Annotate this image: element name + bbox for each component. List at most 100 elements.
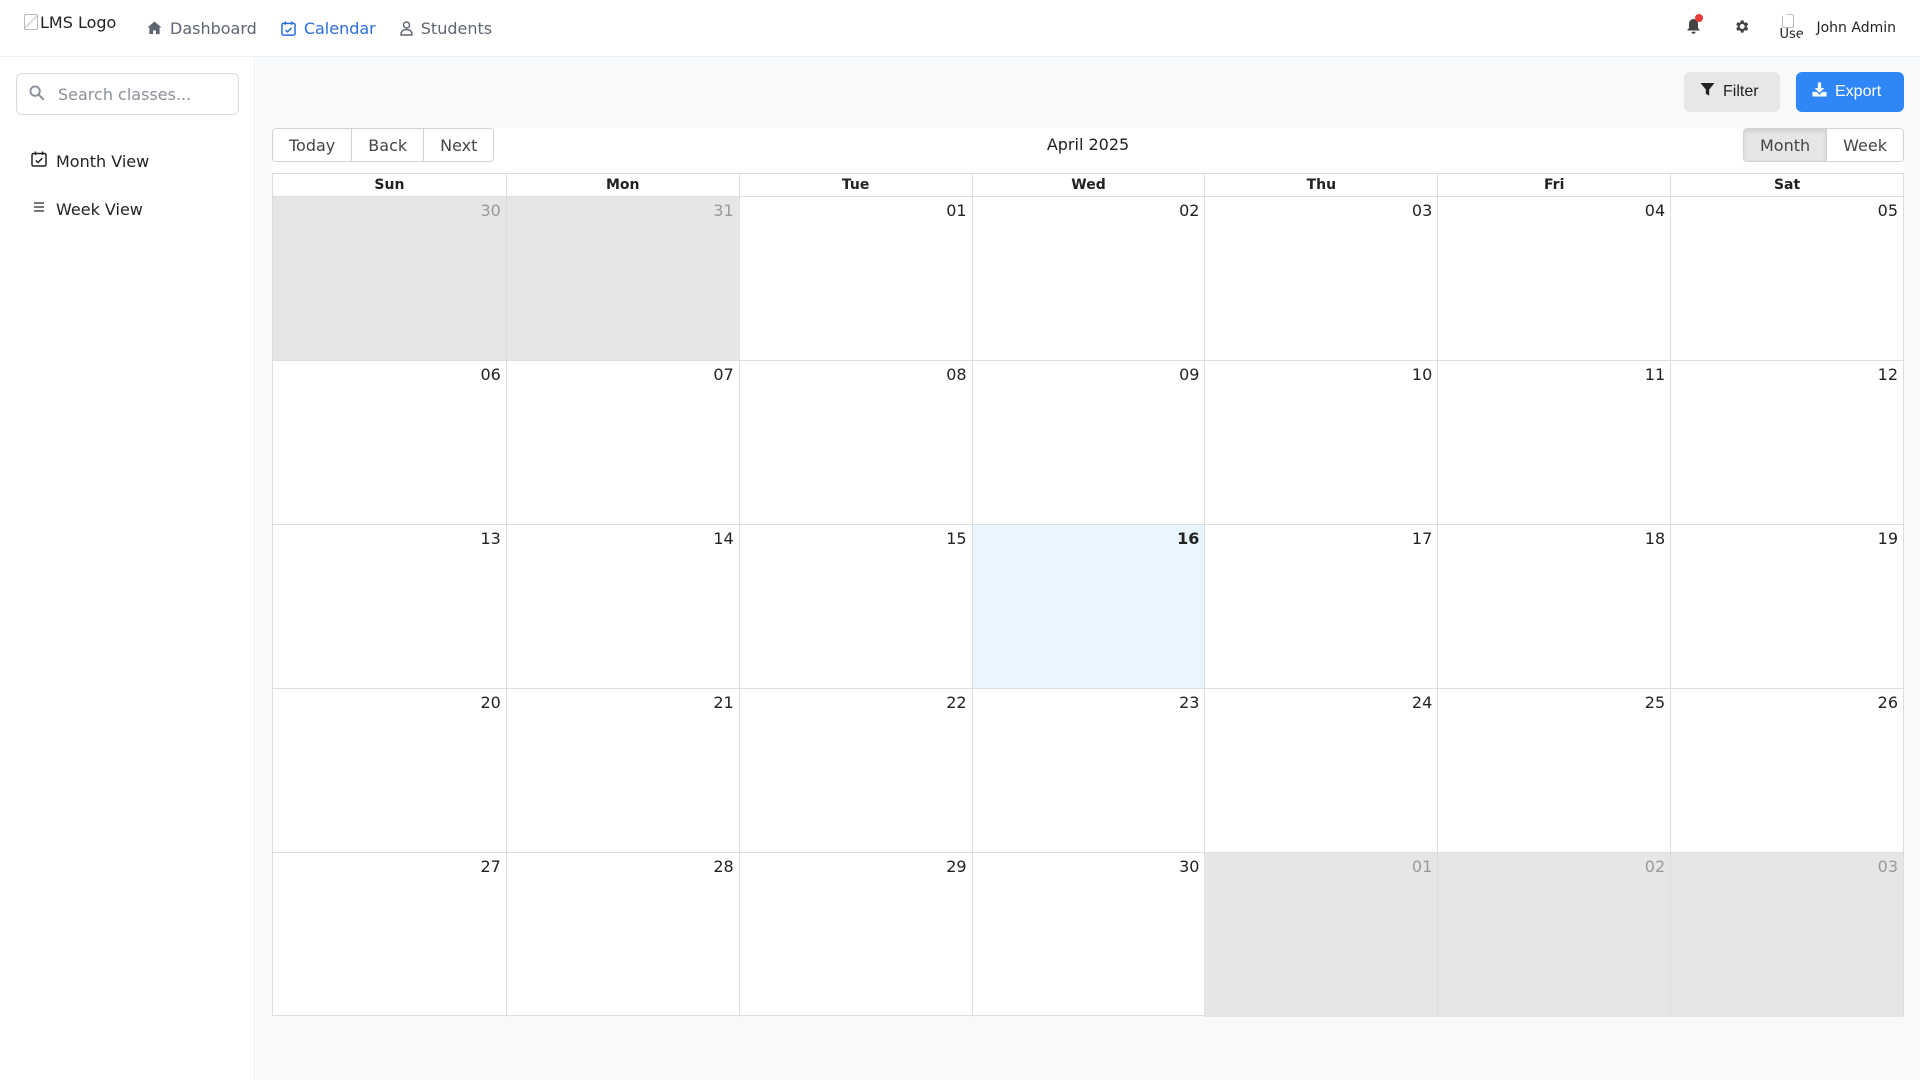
nav-students[interactable]: Students	[400, 19, 492, 38]
day-cell[interactable]: 01	[738, 197, 972, 360]
calendar-toolbar: April 2025 Today Back Next Month Week	[272, 128, 1904, 173]
day-cell[interactable]: 24	[1204, 689, 1437, 852]
nav-calendar-label: Calendar	[303, 18, 376, 38]
sidebar: Month View Week View	[0, 57, 255, 1080]
notifications-button[interactable]	[1681, 14, 1705, 40]
nav-dashboard[interactable]: Dashboard	[147, 19, 257, 38]
day-cell[interactable]: 17	[1204, 525, 1437, 688]
calendar-check-icon	[31, 151, 47, 171]
weekday-header-cell: Sun	[374, 177, 405, 193]
day-cell[interactable]: 13	[273, 525, 506, 688]
day-cell[interactable]: 14	[505, 525, 739, 688]
day-cell[interactable]: 22	[738, 689, 972, 852]
day-cell[interactable]: 15	[738, 525, 972, 688]
user-area: Use John Admin	[1681, 0, 1896, 56]
week-row: 20 21 22 23 24 25 26	[273, 689, 1903, 853]
day-cell[interactable]: 08	[738, 361, 972, 524]
calendar: April 2025 Today Back Next Month Week Su…	[272, 128, 1904, 1017]
main-content: Filter Export April 2025 Today Back Next…	[256, 57, 1920, 1080]
logo[interactable]: LMS Logo	[24, 13, 116, 32]
today-button[interactable]: Today	[273, 129, 352, 161]
day-cell[interactable]: 12	[1670, 361, 1903, 524]
day-cell[interactable]: 05	[1670, 197, 1903, 360]
back-button[interactable]: Back	[351, 129, 424, 161]
filter-icon	[1700, 82, 1715, 102]
day-cell[interactable]: 28	[505, 853, 739, 1017]
export-button[interactable]: Export	[1796, 72, 1904, 112]
export-label: Export	[1835, 83, 1882, 100]
download-icon	[1812, 82, 1827, 102]
gear-icon	[1733, 18, 1750, 39]
calendar-icon	[281, 20, 296, 36]
avatar-alt-text: Use	[1779, 27, 1804, 42]
week-row: 27 28 29 30 01 02 03	[273, 853, 1903, 1017]
user-icon	[400, 20, 413, 36]
search-icon	[29, 84, 45, 104]
sidebar-item-label: Week View	[56, 199, 143, 219]
home-icon	[147, 21, 162, 35]
day-cell[interactable]: 29	[738, 853, 972, 1017]
sidebar-item-month-view[interactable]: Month View	[16, 137, 239, 185]
day-cell[interactable]: 19	[1670, 525, 1903, 688]
day-cell-today[interactable]: 16	[971, 525, 1205, 688]
day-cell[interactable]: 27	[273, 853, 506, 1017]
day-cell-off-range[interactable]: 01	[1204, 853, 1438, 1017]
nav-students-label: Students	[420, 18, 493, 38]
day-cell-off-range[interactable]: 31	[505, 197, 739, 360]
nav-dashboard-label: Dashboard	[170, 18, 257, 38]
day-cell-off-range[interactable]: 03	[1670, 853, 1903, 1017]
settings-button[interactable]	[1729, 16, 1753, 40]
search-box	[16, 73, 239, 115]
day-cell[interactable]: 30	[971, 853, 1205, 1017]
day-cell[interactable]: 02	[971, 197, 1205, 360]
calendar-nav-group: Today Back Next	[272, 128, 495, 162]
day-cell[interactable]: 23	[971, 689, 1205, 852]
user-name[interactable]: John Admin	[1816, 20, 1896, 36]
broken-image-icon	[1782, 14, 1795, 28]
next-button[interactable]: Next	[423, 129, 494, 161]
weekday-header-cell: Sat	[1670, 174, 1903, 196]
avatar[interactable]: Use	[1776, 14, 1804, 42]
sidebar-item-label: Month View	[56, 151, 150, 171]
sidebar-menu: Month View Week View	[16, 137, 239, 233]
filter-button[interactable]: Filter	[1684, 72, 1780, 112]
top-navbar: LMS Logo Dashboard Calendar Students Use…	[0, 0, 1920, 57]
filter-label: Filter	[1723, 83, 1759, 100]
day-cell[interactable]: 21	[505, 689, 739, 852]
day-cell-off-range[interactable]: 30	[273, 197, 506, 360]
notification-badge	[1695, 14, 1704, 22]
logo-alt-text: LMS Logo	[40, 13, 117, 32]
weekday-header-cell: Thu	[1204, 174, 1437, 196]
weekday-header-cell: Wed	[971, 174, 1205, 196]
weekday-header-cell: Tue	[738, 174, 972, 196]
calendar-title: April 2025	[1046, 135, 1130, 154]
day-cell[interactable]: 25	[1437, 689, 1670, 852]
broken-image-icon	[24, 14, 38, 30]
day-cell[interactable]: 04	[1437, 197, 1670, 360]
day-cell[interactable]: 09	[971, 361, 1205, 524]
nav-calendar[interactable]: Calendar	[281, 19, 376, 38]
day-cell[interactable]: 07	[505, 361, 739, 524]
week-row: 30 31 01 02 03 04 05	[273, 197, 1903, 361]
day-cell[interactable]: 11	[1437, 361, 1670, 524]
day-cell[interactable]: 20	[273, 689, 506, 852]
weekday-header-cell: Fri	[1437, 174, 1670, 196]
day-cell[interactable]: 06	[273, 361, 506, 524]
month-view-button[interactable]: Month	[1744, 129, 1827, 161]
week-row: 13 14 15 16 17 18 19	[273, 525, 1903, 689]
sidebar-item-week-view[interactable]: Week View	[16, 185, 239, 233]
weekday-header: Sun Mon Tue Wed Thu Fri Sat	[273, 174, 1903, 197]
calendar-view-group: Month Week	[1743, 128, 1904, 162]
day-cell[interactable]: 10	[1204, 361, 1437, 524]
day-cell-off-range[interactable]: 02	[1437, 853, 1671, 1017]
month-grid: Sun Mon Tue Wed Thu Fri Sat 30 31 01 02 03 04 05 06 07…	[272, 173, 1904, 1017]
week-row: 06 07 08 09 10 11 12	[273, 361, 1903, 525]
day-cell[interactable]: 26	[1670, 689, 1903, 852]
day-cell[interactable]: 03	[1204, 197, 1437, 360]
main-nav: Dashboard Calendar Students	[147, 0, 492, 56]
day-cell[interactable]: 18	[1437, 525, 1670, 688]
weekday-header-cell: Mon	[505, 174, 739, 196]
list-icon	[31, 199, 47, 219]
week-view-button[interactable]: Week	[1826, 129, 1903, 161]
search-input[interactable]	[56, 83, 226, 105]
